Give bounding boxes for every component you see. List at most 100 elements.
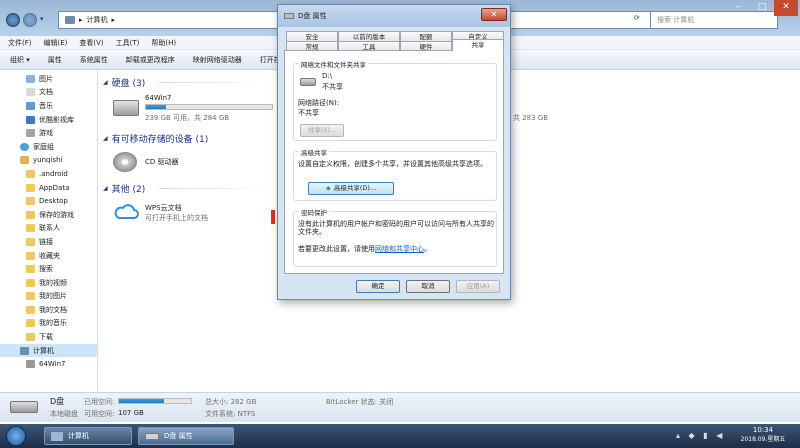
sidebar-item-user[interactable]: yunqishi xyxy=(0,154,97,168)
group-header-removable[interactable]: ◢ 有可移动存储的设备 (1) xyxy=(103,132,303,145)
maximize-button[interactable]: □ xyxy=(750,0,774,16)
close-window-button[interactable]: ✕ xyxy=(774,0,798,16)
status-free-value: 107 GB xyxy=(118,409,144,417)
system-properties-button[interactable]: 系统属性 xyxy=(80,50,108,69)
sidebar-item-my-pictures[interactable]: 我的图片 xyxy=(0,290,97,304)
password-protection-change-line: 若要更改此设置，请使用网络和共享中心。 xyxy=(298,245,431,253)
computer-icon xyxy=(20,346,29,355)
drive-icon xyxy=(300,78,316,86)
taskbar-item-computer[interactable]: 计算机 xyxy=(44,427,132,445)
map-drive-button[interactable]: 映射网络驱动器 xyxy=(193,50,242,69)
uninstall-button[interactable]: 卸载或更改程序 xyxy=(126,50,175,69)
share-button[interactable]: 共享(S)... xyxy=(300,124,344,137)
clock-date: 2018.09.星期五 xyxy=(740,436,786,443)
video-library-icon xyxy=(26,115,35,124)
folder-icon xyxy=(26,305,35,314)
breadcrumb-separator-icon: ▸ xyxy=(111,16,116,24)
sidebar-item-pictures[interactable]: 图片 xyxy=(0,72,97,86)
clock[interactable]: 10:34 2018.09.星期五 xyxy=(734,426,792,443)
minimize-button[interactable]: – xyxy=(726,0,750,16)
ok-button[interactable]: 确定 xyxy=(356,280,400,293)
network-share-title: 网络文件和文件夹共享 xyxy=(299,59,368,69)
menu-view[interactable]: 查看(V) xyxy=(79,36,103,49)
drive-usage-bar xyxy=(145,104,273,110)
network-sharing-center-link[interactable]: 网络和共享中心 xyxy=(375,245,424,253)
advanced-share-group: 高级共享 设置自定义权限，创建多个共享，并设置其他高级共享选项。 ◈ 高级共享(… xyxy=(293,147,497,201)
status-usage-bar xyxy=(118,398,192,404)
app-icon xyxy=(271,210,275,224)
password-protection-title: 密码保护 xyxy=(299,207,329,217)
pictures-icon xyxy=(26,74,35,83)
menu-tools[interactable]: 工具(T) xyxy=(116,36,140,49)
sidebar-item-contacts[interactable]: 联系人 xyxy=(0,222,97,236)
advanced-share-button[interactable]: ◈ 高级共享(D)... xyxy=(308,182,394,195)
collapse-icon: ◢ xyxy=(103,79,108,86)
menu-file[interactable]: 文件(F) xyxy=(8,36,32,49)
navigation-pane: 图片 文档 音乐 优酷影视库 游戏 家庭组 yunqishi .android … xyxy=(0,70,98,392)
sidebar-item-my-music[interactable]: 我的音乐 xyxy=(0,317,97,331)
taskbar-item-properties[interactable]: D盘 属性 xyxy=(138,427,234,445)
games-icon xyxy=(26,129,35,138)
sidebar-item-documents[interactable]: 文档 xyxy=(0,86,97,100)
status-drive-name: D盘 xyxy=(50,397,65,406)
share-state: 不共享 xyxy=(322,83,343,91)
sidebar-item-appdata[interactable]: AppData xyxy=(0,181,97,195)
group-divider xyxy=(159,188,269,189)
folder-icon xyxy=(26,292,35,301)
dialog-close-button[interactable]: ✕ xyxy=(481,8,507,21)
wps-name: WPS云文档 xyxy=(145,204,182,212)
sidebar-item-music[interactable]: 音乐 xyxy=(0,99,97,113)
drive-name: 64Win7 xyxy=(145,94,172,102)
dialog-titlebar[interactable]: D盘 属性 xyxy=(278,5,510,27)
tab-sharing[interactable]: 共享 xyxy=(452,39,504,52)
drive-tile-64win7[interactable]: 64Win7 239 GB 可用，共 284 GB xyxy=(113,94,273,122)
organize-button[interactable]: 组织 ▾ xyxy=(10,50,30,69)
drive-icon xyxy=(145,432,159,440)
sidebar-item-searches[interactable]: 搜索 xyxy=(0,262,97,276)
sidebar-item-android[interactable]: .android xyxy=(0,167,97,181)
network-share-group: 网络文件和文件夹共享 D:\ 不共享 网络路径(N): 不共享 共享(S)... xyxy=(293,59,497,141)
sidebar-item-downloads[interactable]: 下载 xyxy=(0,330,97,344)
status-bitlocker: BitLocker 状态: 关闭 xyxy=(326,398,394,406)
apply-button[interactable]: 应用(A) xyxy=(456,280,500,293)
back-button[interactable] xyxy=(6,13,20,27)
homegroup-icon xyxy=(20,142,29,151)
sidebar-item-favorites[interactable]: 收藏夹 xyxy=(0,249,97,263)
breadcrumb-computer[interactable]: 计算机 xyxy=(87,15,108,25)
sidebar-item-my-videos[interactable]: 我的视频 xyxy=(0,276,97,290)
details-pane: D盘 本地磁盘 已用空间: 可用空间: 107 GB 总大小: 282 GB 文… xyxy=(0,392,800,422)
drive-usage-fill xyxy=(146,105,167,109)
breadcrumb-separator-icon: ▸ xyxy=(79,16,83,24)
windows-drive-icon xyxy=(113,100,139,116)
explorer-icon xyxy=(51,431,63,441)
sidebar-item-games[interactable]: 游戏 xyxy=(0,126,97,140)
menu-help[interactable]: 帮助(H) xyxy=(151,36,176,49)
forward-button[interactable] xyxy=(23,13,37,27)
sidebar-item-desktop[interactable]: Desktop xyxy=(0,194,97,208)
wps-cloud-tile[interactable]: WPS云文档 可打开手机上的文档 xyxy=(113,200,253,228)
folder-icon xyxy=(26,265,35,274)
dialog-title: D盘 属性 xyxy=(298,12,327,20)
computer-icon xyxy=(65,16,75,24)
status-free-label: 可用空间: xyxy=(84,410,115,418)
password-protection-group: 密码保护 没有此计算机的用户帐户和密码的用户可以访问与所有人共享的文件夹。 若要… xyxy=(293,207,497,267)
start-button[interactable] xyxy=(6,426,26,446)
status-total: 总大小: 282 GB xyxy=(205,398,257,406)
sidebar-item-links[interactable]: 链接 xyxy=(0,235,97,249)
recent-pages-icon[interactable]: ▾ xyxy=(40,15,44,23)
sidebar-item-youku[interactable]: 优酷影视库 xyxy=(0,113,97,127)
group-divider xyxy=(159,82,269,83)
sidebar-item-saved-games[interactable]: 保存的游戏 xyxy=(0,208,97,222)
sidebar-item-computer[interactable]: 计算机 xyxy=(0,343,97,358)
sidebar-item-my-documents[interactable]: 我的文档 xyxy=(0,303,97,317)
folder-icon xyxy=(26,210,35,219)
sidebar-item-64win7[interactable]: 64Win7 xyxy=(0,357,97,371)
sidebar-item-homegroup[interactable]: 家庭组 xyxy=(0,140,97,154)
refresh-icon[interactable]: ⟳ xyxy=(634,14,640,22)
cd-drive-tile[interactable]: CD 驱动器 xyxy=(113,150,253,174)
advanced-share-title: 高级共享 xyxy=(299,147,329,157)
tray-icons[interactable]: ▴ ◆ ▮ ◀ xyxy=(676,431,725,440)
cancel-button[interactable]: 取消 xyxy=(406,280,450,293)
properties-button[interactable]: 属性 xyxy=(48,50,62,69)
menu-edit[interactable]: 编辑(E) xyxy=(44,36,68,49)
